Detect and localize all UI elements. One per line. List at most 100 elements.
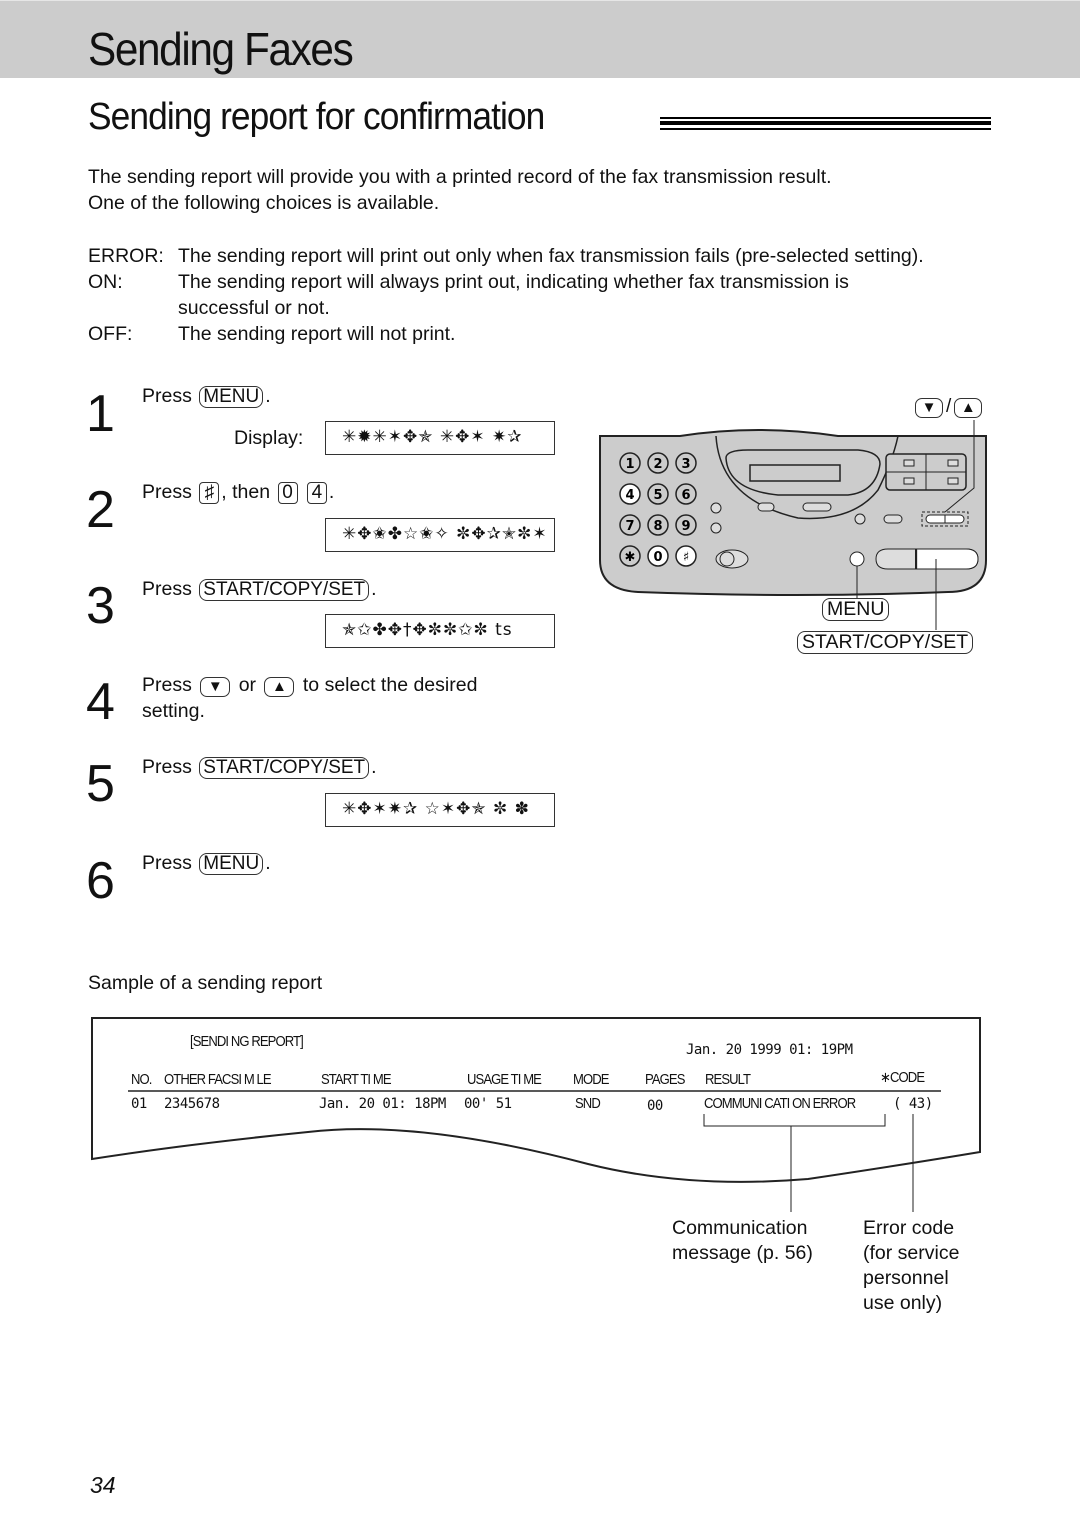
menu-key: MENU: [199, 386, 264, 408]
cell-usage: 00' 51: [464, 1096, 512, 1112]
option-text-cont: successful or not.: [178, 297, 330, 319]
keypad-key-label: 9: [681, 519, 690, 534]
keypad-key-label: 5: [653, 488, 662, 503]
callout-line: message (p. 56): [672, 1242, 813, 1264]
error-code-callout: Error code (for service personnel use on…: [863, 1216, 959, 1316]
menu-label: MENU: [822, 598, 890, 621]
keypad-key-♯: ♯: [675, 545, 697, 567]
column-header: RESULT: [705, 1072, 751, 1088]
option-label: OFF:: [88, 323, 133, 345]
down-arrow-key-icon: ▼: [200, 677, 231, 697]
keypad-key-6: 6: [675, 483, 697, 505]
keypad-key-label: 0: [653, 550, 662, 565]
report-title: [SENDI NG REPORT]: [190, 1034, 304, 1050]
up-arrow-key-icon: ▲: [264, 677, 295, 697]
step-number: 1: [86, 385, 115, 443]
step-number: 4: [86, 673, 115, 731]
callout-line: Error code: [863, 1217, 955, 1239]
panel-button: [757, 502, 775, 512]
period: .: [265, 385, 271, 407]
callout-line: personnel: [863, 1267, 949, 1289]
column-header: ∗CODE: [880, 1070, 925, 1086]
period: .: [371, 578, 377, 600]
four-key: 4: [306, 482, 327, 504]
press-text: Press: [142, 578, 192, 600]
or-text: or: [238, 674, 257, 696]
cell-pages: 00: [647, 1098, 663, 1114]
lcd-display: ✳✥✬✤☆✬✧ ✼✥✰✭✼✶: [325, 518, 555, 552]
page-number: 34: [90, 1472, 116, 1498]
option-text: The sending report will always print out…: [178, 271, 849, 293]
step-number: 3: [86, 577, 115, 635]
keypad-key-label: 2: [653, 457, 662, 472]
start-copy-set-key: START/COPY/SET: [199, 757, 370, 779]
callout-leader-lines: [790, 1180, 914, 1212]
column-header: PAGES: [645, 1072, 685, 1088]
zero-key: 0: [277, 482, 298, 504]
report-datetime: Jan. 20 1999 01: 19PM: [686, 1042, 853, 1058]
keypad-key-2: 2: [647, 452, 669, 474]
start-copy-set-key: START/COPY/SET: [199, 579, 370, 601]
keypad-key-8: 8: [647, 514, 669, 536]
column-header: MODE: [573, 1072, 609, 1088]
slash: /: [946, 396, 952, 417]
intro-line-2: One of the following choices is availabl…: [88, 192, 440, 214]
sample-label: Sample of a sending report: [88, 972, 323, 994]
press-text: Press: [142, 852, 192, 874]
chapter-title: Sending Faxes: [88, 23, 354, 75]
keypad-key-label: ✱: [625, 550, 636, 565]
step-instruction: Press MENU.: [142, 385, 271, 408]
step-instruction-cont: setting.: [142, 700, 205, 722]
column-header: OTHER FACSI M LE: [164, 1072, 272, 1088]
step-instruction: Press ♯, then 0 4.: [142, 481, 334, 504]
column-header: USAGE TI ME: [467, 1072, 542, 1088]
step-instruction: Press MENU.: [142, 852, 271, 875]
step-instruction: Press START/COPY/SET.: [142, 756, 377, 779]
keypad-key-✱: ✱: [619, 545, 641, 567]
keypad-key-4: 4: [619, 483, 641, 505]
keypad-key-label: 4: [625, 488, 634, 503]
hash-key: ♯: [199, 482, 220, 504]
option-label: ERROR:: [88, 245, 164, 267]
menu-button: [849, 551, 865, 567]
column-header: NO.: [131, 1072, 152, 1088]
arrow-keys-label: ▼ / ▲: [912, 396, 985, 418]
keypad-key-label: 3: [681, 457, 690, 472]
option-label: ON:: [88, 271, 123, 293]
panel-button: [710, 502, 722, 514]
lcd-display: ✳✹✳✶✥✯ ✳✥✶ ✷✰: [325, 421, 555, 455]
start-copy-set-label: START/COPY/SET: [797, 631, 974, 654]
communication-message-callout: Communication message (p. 56): [672, 1216, 813, 1266]
step-number: 5: [86, 755, 115, 813]
callout-line: use only): [863, 1292, 943, 1314]
callout-line: (for service: [863, 1242, 960, 1264]
press-text: Press: [142, 481, 192, 503]
step-number: 6: [86, 852, 115, 910]
up-arrow-key-icon: ▲: [954, 398, 983, 418]
cell-code: ( 43): [893, 1096, 933, 1112]
keypad-key-7: 7: [619, 514, 641, 536]
then-text: , then: [221, 481, 271, 503]
keypad-key-9: 9: [675, 514, 697, 536]
keypad-key-3: 3: [675, 452, 697, 474]
step-instruction: Press START/COPY/SET.: [142, 578, 377, 601]
display-label: Display:: [234, 427, 304, 449]
panel-button: [710, 522, 722, 534]
press-text: Press: [142, 756, 192, 778]
keypad-key-label: 7: [625, 519, 634, 534]
cell-other: 2345678: [164, 1096, 220, 1112]
lcd-display: ✯✩✤✥†✥✼✼✩✼ ts: [325, 614, 555, 648]
keypad-key-0: 0: [647, 545, 669, 567]
keypad-key-label: 8: [653, 519, 662, 534]
panel-button: [883, 514, 903, 524]
panel-button: [802, 502, 832, 512]
option-text: The sending report will print out only w…: [178, 245, 924, 267]
period: .: [371, 756, 377, 778]
keypad-key-label: 6: [681, 488, 690, 503]
down-arrow-key-icon: ▼: [915, 398, 943, 418]
cell-mode: SND: [575, 1096, 601, 1112]
step-number: 2: [86, 481, 115, 539]
keypad-key-label: ♯: [683, 550, 689, 565]
press-text: Press: [142, 385, 192, 407]
column-header: START TI ME: [321, 1072, 392, 1088]
